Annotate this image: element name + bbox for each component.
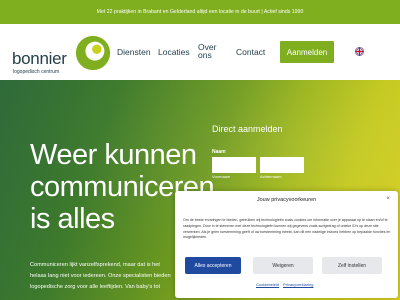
first-name-sublabel: Voornaam xyxy=(212,174,231,179)
last-name-sublabel: Achternaam xyxy=(260,174,282,179)
brand-logo[interactable]: bonnier logopedisch centrum xyxy=(12,33,112,75)
logo-mark-icon xyxy=(75,35,111,71)
privacy-statement-link[interactable]: Privacyverklaring xyxy=(283,282,313,287)
name-label: Naam xyxy=(212,149,226,155)
form-title: Direct aanmelden xyxy=(212,124,283,134)
cookie-policy-link[interactable]: Cookiebeleid xyxy=(256,282,279,287)
aanmelden-button[interactable]: Aanmelden xyxy=(280,41,334,63)
nav-item-contact[interactable]: Contact xyxy=(236,48,265,57)
nav-item-diensten[interactable]: Diensten xyxy=(117,48,151,57)
nav-item-locaties[interactable]: Locaties xyxy=(158,48,190,57)
announcement-bar: Met 22 praktijken in Brabant en Gelderla… xyxy=(0,0,400,24)
preferences-button[interactable]: Zelf instellen xyxy=(322,257,382,274)
first-name-input[interactable] xyxy=(212,157,256,173)
last-name-input[interactable] xyxy=(260,157,304,173)
accept-all-button[interactable]: Alles accepteren xyxy=(185,257,241,274)
close-icon[interactable]: × xyxy=(386,196,390,202)
nav-item-over-ons[interactable]: Over ons xyxy=(198,43,216,60)
uk-flag-icon[interactable] xyxy=(355,47,364,56)
cookie-dialog-text: Om de beste ervaringen te bieden, gebrui… xyxy=(183,218,391,240)
hero-title-line-3: is alles xyxy=(30,203,115,235)
cookie-dialog-title: Jouw privacyvoorkeuren xyxy=(256,197,317,203)
brand-name: bonnier xyxy=(12,49,67,68)
hero-title-line-1: Weer kunnen xyxy=(30,139,197,171)
brand-tagline: logopedisch centrum xyxy=(13,69,60,75)
announcement-text: Met 22 praktijken in Brabant en Gelderla… xyxy=(96,9,304,15)
site-header: bonnier logopedisch centrum Diensten Loc… xyxy=(0,24,400,80)
deny-button[interactable]: Weigeren xyxy=(253,257,313,274)
